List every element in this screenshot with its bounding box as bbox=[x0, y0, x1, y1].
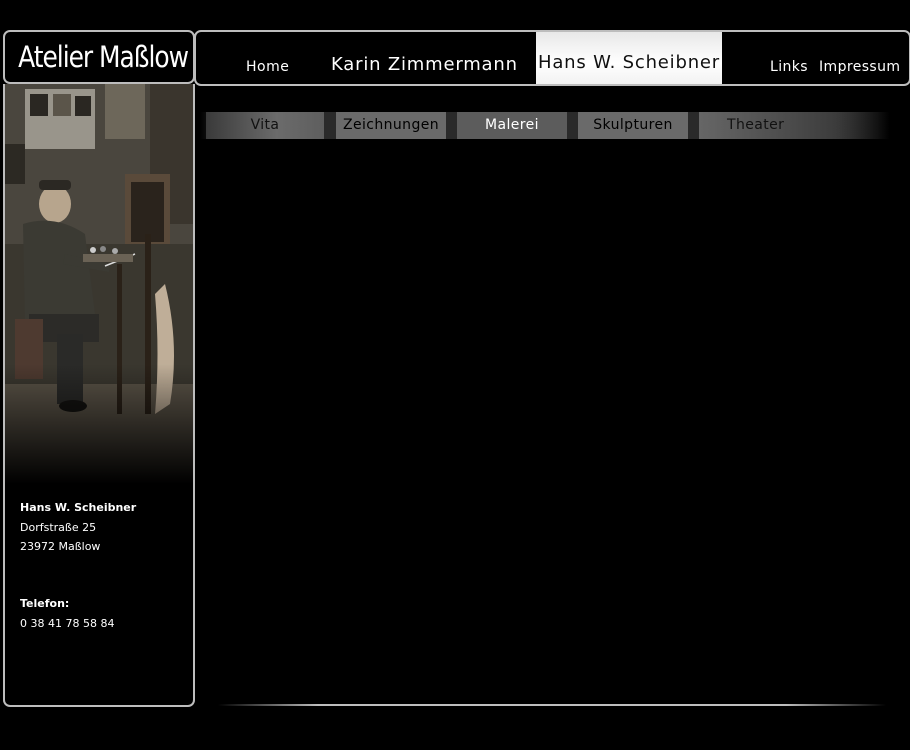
subnav-malerei-active[interactable]: Malerei bbox=[457, 112, 567, 139]
site-logo: Atelier Maßlow bbox=[18, 40, 189, 74]
nav-impressum-link[interactable]: Impressum bbox=[819, 59, 900, 75]
artist-in-studio-image bbox=[5, 84, 193, 484]
phone-label: Telefon: bbox=[20, 597, 70, 610]
sub-navigation: Vita Zeichnungen Malerei Skulpturen Thea… bbox=[200, 112, 890, 139]
contact-phone-block: Telefon: 0 38 41 78 58 84 bbox=[20, 594, 114, 633]
contact-city: 23972 Maßlow bbox=[20, 540, 101, 553]
top-navigation: Home Karin Zimmermann Hans W. Scheibner … bbox=[194, 30, 910, 86]
contact-street: Dorfstraße 25 bbox=[20, 520, 97, 534]
nav-karin-zimmermann-link[interactable]: Karin Zimmermann bbox=[331, 54, 518, 75]
subnav-theater[interactable]: Theater bbox=[699, 112, 889, 139]
main-content-area bbox=[200, 145, 890, 700]
contact-name: Hans W. Scheibner bbox=[20, 501, 137, 514]
nav-home-link[interactable]: Home bbox=[246, 59, 289, 75]
nav-links-link[interactable]: Links bbox=[770, 59, 808, 75]
phone-number: 0 38 41 78 58 84 bbox=[20, 616, 115, 630]
subnav-vita[interactable]: Vita bbox=[206, 112, 324, 139]
subnav-zeichnungen[interactable]: Zeichnungen bbox=[336, 112, 446, 139]
nav-hans-scheibner-link-active[interactable]: Hans W. Scheibner bbox=[536, 32, 722, 84]
contact-address: Hans W. Scheibner Dorfstraße 25 23972 Ma… bbox=[20, 498, 136, 557]
artist-photo bbox=[5, 84, 193, 484]
bottom-divider bbox=[218, 704, 886, 706]
side-panel: Hans W. Scheibner Dorfstraße 25 23972 Ma… bbox=[3, 84, 195, 707]
subnav-skulpturen[interactable]: Skulpturen bbox=[578, 112, 688, 139]
logo-box[interactable]: Atelier Maßlow bbox=[3, 30, 195, 84]
